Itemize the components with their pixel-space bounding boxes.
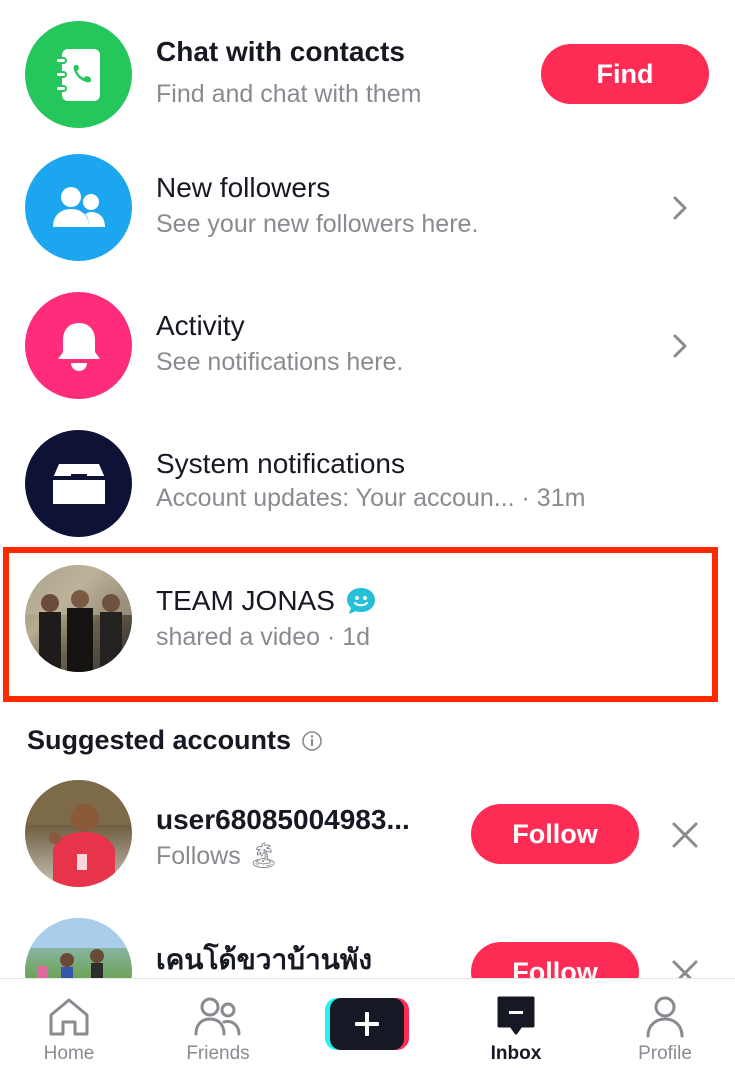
new-followers-row[interactable]: New followers See your new followers her… [0,152,735,267]
system-avatar [25,430,132,537]
nav-home[interactable]: Home [14,979,124,1084]
suggested-account-name: เคนโด้ขวาบ้านพัง [156,944,373,975]
new-followers-subtitle: See your new followers here. [156,210,479,238]
system-subtitle: Account updates: Your accoun... · 31m [156,484,586,512]
people-icon [52,186,105,227]
chevron-right-icon[interactable] [665,193,695,223]
suggested-account-row[interactable]: user68085004983... Follows 🏝 Follow [0,780,735,890]
plus-icon [330,998,404,1050]
follow-button[interactable]: Follow [471,804,639,864]
inbox-icon [492,995,540,1039]
activity-subtitle: See notifications here. [156,348,404,376]
profile-icon [641,995,689,1039]
find-button[interactable]: Find [541,44,709,104]
contacts-title: Chat with contacts [156,36,405,67]
inbox-tray-icon [52,463,105,504]
contacts-row[interactable]: Chat with contacts Find and chat with th… [0,18,735,133]
create-button[interactable] [325,996,409,1052]
nav-profile[interactable]: Profile [610,979,720,1084]
contact-book-icon [54,48,100,101]
contacts-subtitle: Find and chat with them [156,80,422,108]
new-followers-title: New followers [156,172,331,203]
suggested-account-name: user68085004983... [156,804,410,835]
close-icon[interactable] [668,818,702,852]
nav-label: Inbox [490,1043,542,1064]
info-icon[interactable] [301,730,323,752]
new-followers-avatar [25,154,132,261]
contacts-avatar [25,21,132,128]
activity-avatar [25,292,132,399]
friends-icon [194,995,242,1039]
system-notifications-row[interactable]: System notifications Account updates: Yo… [0,428,735,543]
nav-label: Home [43,1043,95,1064]
highlight-box [3,547,718,702]
nav-inbox[interactable]: Inbox [461,979,571,1084]
suggested-accounts-heading: Suggested accounts [27,725,323,756]
suggested-heading-text: Suggested accounts [27,725,292,755]
nav-label: Friends [186,1043,250,1064]
suggested-account-subtitle: Follows 🏝 [156,842,280,870]
activity-title: Activity [156,310,245,341]
home-icon [45,995,93,1039]
chevron-right-icon[interactable] [665,331,695,361]
avatar [25,780,132,887]
activity-row[interactable]: Activity See notifications here. [0,290,735,405]
nav-friends[interactable]: Friends [163,979,273,1084]
system-title: System notifications [156,448,405,479]
bell-icon [57,322,100,371]
nav-label: Profile [638,1043,692,1064]
